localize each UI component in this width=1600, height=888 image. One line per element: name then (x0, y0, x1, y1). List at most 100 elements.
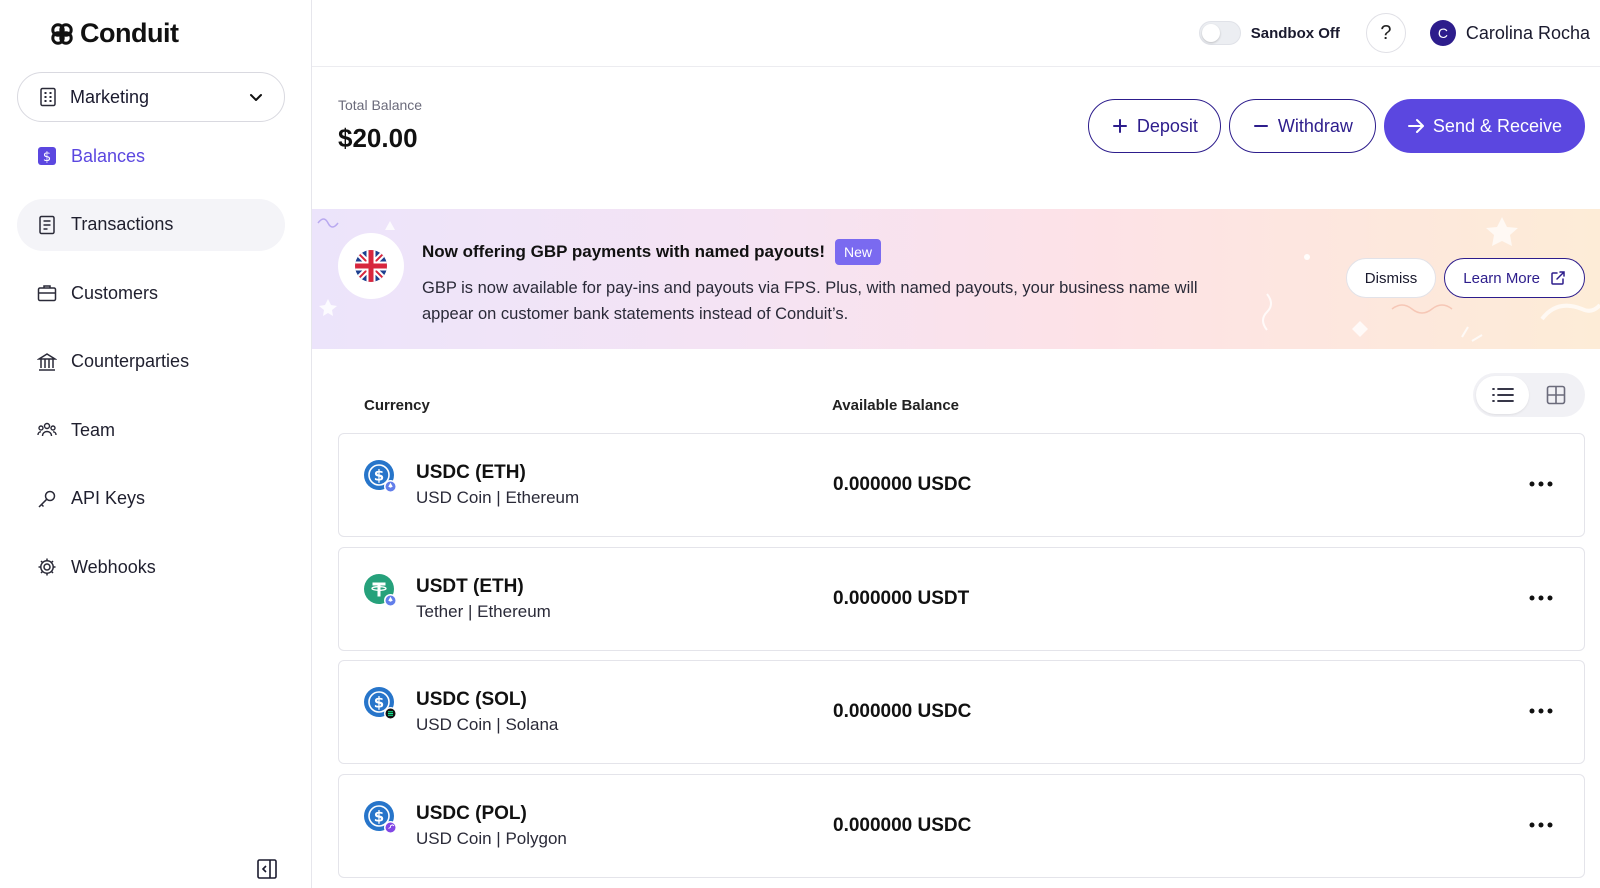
svg-text:$: $ (374, 467, 384, 485)
svg-text:$: $ (43, 150, 51, 165)
grid-view-button[interactable] (1529, 376, 1582, 414)
available-balance: 0.000000 USDT (833, 587, 970, 609)
sidebar-item-label: Transactions (71, 214, 174, 234)
top-bar: Sandbox Off ? C Carolina Rocha (312, 0, 1600, 67)
sidebar-item-label: Webhooks (71, 556, 156, 577)
available-balance: 0.000000 USDC (833, 474, 972, 495)
workspace-selector[interactable]: Marketing (17, 72, 285, 122)
send-receive-button[interactable]: Send & Receive (1383, 99, 1585, 153)
sidebar-item-customers[interactable]: Customers (17, 267, 285, 319)
column-header-balance: Available Balance (832, 397, 960, 414)
sidebar-item-label: Balances (71, 145, 146, 166)
briefcase-icon (37, 283, 57, 303)
minus-icon (1252, 117, 1270, 135)
banner-title-row: Now offering GBP payments with named pay… (422, 239, 882, 265)
banner-actions: Dismiss Learn More (1345, 258, 1585, 298)
external-link-icon (1550, 270, 1566, 286)
withdraw-button[interactable]: Withdraw (1228, 99, 1376, 153)
currency-name: USDC (POL) (416, 802, 527, 824)
sidebar-item-counterparties[interactable]: Counterparties (17, 336, 285, 388)
currency-network: USD Coin | Polygon (416, 828, 567, 848)
collapse-sidebar-icon[interactable] (256, 858, 278, 880)
tether-icon (364, 573, 398, 608)
usdc-icon: $ (364, 460, 398, 494)
sidebar: Conduit Marketing $ Balances Transaction… (0, 0, 312, 888)
list-icon (1491, 387, 1514, 403)
more-options-icon[interactable] (1526, 699, 1556, 723)
sidebar-item-team[interactable]: Team (17, 404, 285, 456)
sidebar-item-label: Customers (71, 282, 159, 303)
sidebar-item-label: API Keys (71, 488, 146, 508)
user-menu[interactable]: C Carolina Rocha (1429, 20, 1590, 46)
help-button[interactable]: ? (1365, 13, 1406, 53)
available-balance: 0.000000 USDC (833, 701, 972, 722)
grid-icon (1546, 385, 1566, 405)
new-badge: New (835, 239, 882, 265)
brand-name: Conduit (80, 18, 179, 48)
table-row[interactable]: $ USDC (SOL) USD Coin | Solana 0.000000 … (338, 660, 1585, 764)
currency-network: Tether | Ethereum (416, 601, 551, 621)
table-row[interactable]: $ USDC (POL) USD Coin | Polygon 0.000000… (338, 773, 1585, 878)
sandbox-toggle-group: Sandbox Off (1198, 21, 1340, 45)
svg-text:$: $ (374, 807, 384, 825)
currency-name: USDT (ETH) (416, 575, 524, 597)
sidebar-item-label: Counterparties (71, 351, 190, 371)
sidebar-item-balances[interactable]: $ Balances (17, 130, 285, 182)
plus-icon (1111, 117, 1129, 135)
list-view-button[interactable] (1476, 376, 1529, 414)
currency-network: USD Coin | Ethereum (416, 488, 580, 507)
sandbox-toggle[interactable] (1198, 21, 1241, 45)
total-balance-value: $20.00 (338, 123, 418, 153)
more-options-icon[interactable] (1526, 813, 1556, 837)
sandbox-label: Sandbox Off (1250, 24, 1340, 42)
avatar: C (1429, 20, 1456, 46)
uk-flag-icon (338, 233, 404, 299)
sidebar-item-label: Team (71, 419, 116, 440)
withdraw-label: Withdraw (1277, 115, 1353, 136)
sidebar-item-api-keys[interactable]: API Keys (17, 473, 285, 525)
dismiss-button[interactable]: Dismiss (1345, 258, 1437, 298)
sidebar-nav: $ Balances Transactions Customers Counte… (17, 130, 285, 610)
banner-body: GBP is now available for pay-ins and pay… (422, 279, 1198, 323)
gear-icon (37, 557, 57, 577)
key-icon (37, 489, 57, 509)
learn-more-label: Learn More (1463, 269, 1540, 287)
view-toggle (1473, 373, 1585, 417)
team-icon (37, 420, 57, 440)
dollar-square-icon: $ (37, 146, 57, 166)
total-balance-label: Total Balance (338, 97, 423, 113)
currency-network: USD Coin | Solana (416, 715, 559, 734)
sidebar-item-webhooks[interactable]: Webhooks (17, 541, 285, 593)
deposit-button[interactable]: Deposit (1087, 99, 1221, 153)
balances-table: Currency Available Balance $ USDC (ETH) … (312, 349, 1600, 878)
send-receive-label: Send & Receive (1432, 115, 1562, 136)
balance-actions: Deposit Withdraw Send & Receive (1087, 99, 1585, 153)
toggle-knob (1201, 24, 1220, 42)
more-options-icon[interactable] (1526, 472, 1556, 496)
building-icon (38, 87, 58, 107)
column-header-currency: Currency (364, 397, 430, 414)
more-options-icon[interactable] (1526, 586, 1556, 610)
bank-icon (37, 352, 57, 372)
balance-summary: Total Balance $20.00 Deposit Withdraw Se… (312, 67, 1600, 209)
user-name: Carolina Rocha (1465, 22, 1590, 43)
currency-name: USDC (SOL) (416, 689, 527, 710)
main-content: Sandbox Off ? C Carolina Rocha Total Bal… (312, 0, 1600, 888)
learn-more-button[interactable]: Learn More (1444, 258, 1585, 298)
available-balance: 0.000000 USDC (833, 814, 972, 836)
workspace-label: Marketing (70, 86, 150, 107)
usdc-icon: $ (364, 687, 398, 721)
brand-logo[interactable]: Conduit (50, 18, 179, 49)
chevron-down-icon (248, 89, 264, 105)
announcement-banner: Now offering GBP payments with named pay… (312, 209, 1600, 349)
table-rows: $ USDC (ETH) USD Coin | Ethereum 0.00000… (338, 433, 1585, 887)
deposit-label: Deposit (1136, 115, 1198, 136)
conduit-logo-icon (50, 22, 74, 46)
currency-name: USDC (ETH) (416, 462, 526, 483)
arrow-right-icon (1407, 117, 1425, 135)
table-row[interactable]: USDT (ETH) Tether | Ethereum 0.000000 US… (338, 546, 1585, 651)
sidebar-item-transactions[interactable]: Transactions (17, 198, 285, 251)
usdc-icon: $ (364, 800, 398, 835)
table-header: Currency Available Balance (312, 349, 1600, 433)
table-row[interactable]: $ USDC (ETH) USD Coin | Ethereum 0.00000… (338, 433, 1585, 537)
